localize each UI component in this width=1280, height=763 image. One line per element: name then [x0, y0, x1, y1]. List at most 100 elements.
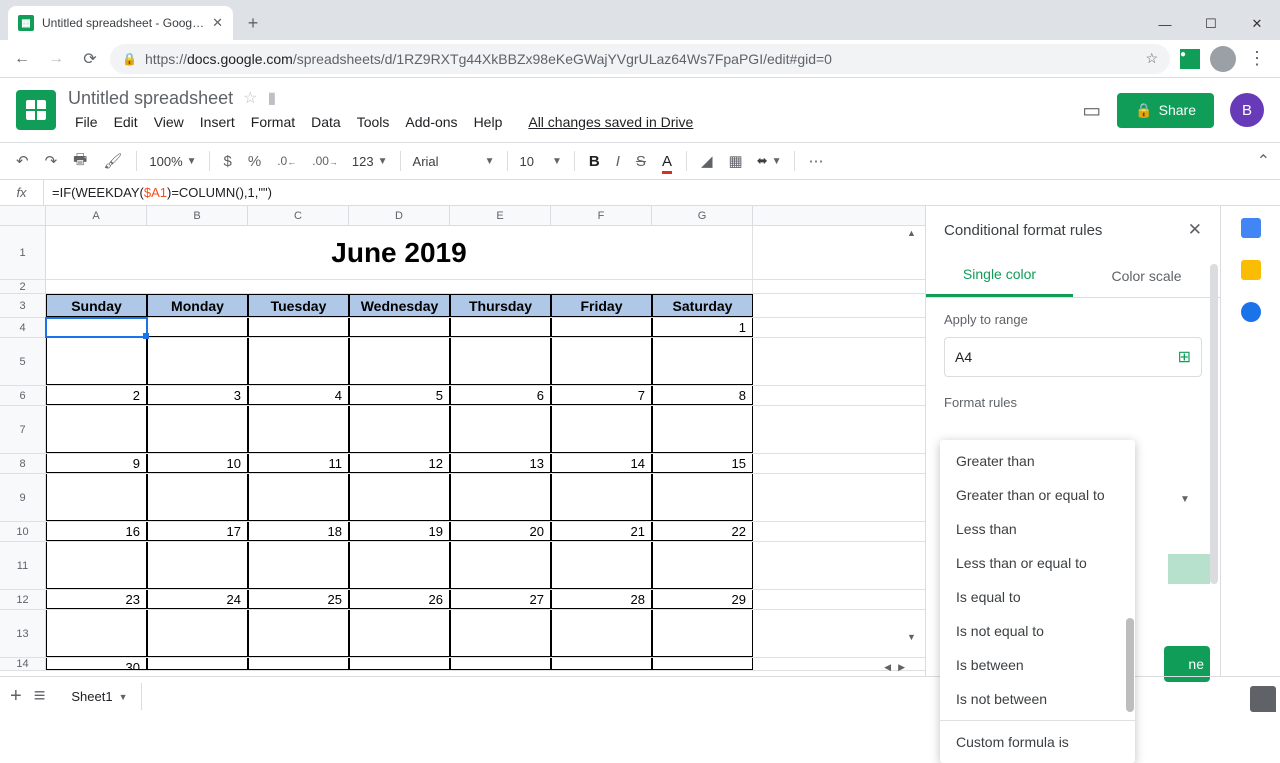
row-head[interactable]: 4 — [0, 318, 46, 337]
browser-tab[interactable]: ▦ Untitled spreadsheet - Google S ✕ — [8, 6, 233, 40]
menu-edit[interactable]: Edit — [107, 111, 145, 133]
row-head[interactable]: 3 — [0, 294, 46, 317]
add-sheet-button[interactable]: + — [10, 685, 22, 708]
fill-color-button[interactable]: ◢ — [695, 148, 719, 174]
selected-cell[interactable] — [46, 318, 147, 337]
rule-option[interactable]: Is equal to — [940, 580, 1135, 614]
calendar-cell[interactable]: 14 — [551, 454, 652, 473]
calendar-cell[interactable]: 26 — [349, 590, 450, 609]
day-header[interactable]: Thursday — [450, 294, 551, 317]
rule-dropdown-arrow-icon[interactable]: ▼ — [1180, 490, 1198, 508]
row-head[interactable]: 2 — [0, 280, 46, 293]
col-head-c[interactable]: C — [248, 206, 349, 225]
calendar-cell[interactable] — [349, 542, 450, 589]
calendar-cell[interactable]: 3 — [147, 386, 248, 405]
row-head[interactable]: 13 — [0, 610, 46, 657]
number-format-select[interactable]: 123▼ — [348, 154, 392, 169]
calendar-cell[interactable] — [46, 338, 147, 385]
row-head[interactable]: 10 — [0, 522, 46, 541]
bold-button[interactable]: B — [583, 149, 606, 174]
text-color-button[interactable]: A — [656, 149, 678, 174]
calendar-cell[interactable] — [450, 338, 551, 385]
calendar-cell[interactable] — [652, 338, 753, 385]
calendar-cell[interactable] — [551, 338, 652, 385]
row-head[interactable]: 5 — [0, 338, 46, 385]
menu-file[interactable]: File — [68, 111, 105, 133]
row-head[interactable]: 8 — [0, 454, 46, 473]
col-head-d[interactable]: D — [349, 206, 450, 225]
calendar-cell[interactable] — [147, 406, 248, 453]
menu-format[interactable]: Format — [244, 111, 302, 133]
calendar-cell[interactable]: 21 — [551, 522, 652, 541]
calendar-cell[interactable] — [147, 318, 248, 337]
row-head[interactable]: 9 — [0, 474, 46, 521]
calendar-cell[interactable] — [248, 474, 349, 521]
row-head[interactable]: 6 — [0, 386, 46, 405]
calendar-cell[interactable] — [248, 610, 349, 657]
day-header[interactable]: Saturday — [652, 294, 753, 317]
calendar-cell[interactable] — [450, 474, 551, 521]
calendar-cell[interactable] — [46, 474, 147, 521]
print-button[interactable]: 🖶 — [67, 145, 93, 178]
calendar-cell[interactable] — [652, 610, 753, 657]
calendar-cell[interactable] — [652, 474, 753, 521]
calendar-cell[interactable] — [147, 474, 248, 521]
range-grid-icon[interactable]: ⊞ — [1178, 347, 1191, 367]
bookmark-star-icon[interactable]: ☆ — [1145, 50, 1158, 67]
menu-tools[interactable]: Tools — [350, 111, 397, 133]
calendar-cell[interactable] — [551, 318, 652, 337]
rule-option[interactable]: Is not equal to — [940, 614, 1135, 648]
currency-button[interactable]: $ — [218, 149, 238, 174]
rule-option[interactable]: Less than — [940, 512, 1135, 546]
decrease-decimals-button[interactable]: .0← — [271, 150, 302, 172]
calendar-cell[interactable] — [248, 318, 349, 337]
day-header[interactable]: Monday — [147, 294, 248, 317]
tasks-addon-icon[interactable] — [1241, 302, 1261, 322]
calendar-cell[interactable] — [450, 318, 551, 337]
row-head[interactable]: 12 — [0, 590, 46, 609]
row-head[interactable]: 1 — [0, 226, 46, 279]
calendar-cell[interactable]: 1 — [652, 318, 753, 337]
calendar-cell[interactable]: 5 — [349, 386, 450, 405]
range-input[interactable]: A4 ⊞ — [944, 337, 1202, 377]
percent-button[interactable]: % — [242, 149, 267, 174]
col-head-g[interactable]: G — [652, 206, 753, 225]
font-select[interactable]: Arial▼ — [409, 154, 499, 169]
minimize-button[interactable]: — — [1142, 8, 1188, 40]
calendar-cell[interactable]: 12 — [349, 454, 450, 473]
rule-option[interactable]: Greater than — [940, 444, 1135, 478]
vertical-scrollbar[interactable]: ▲ ▼ — [907, 228, 919, 656]
rule-option[interactable]: Is not between — [940, 682, 1135, 716]
extension-icon[interactable]: ● — [1176, 45, 1204, 73]
day-header[interactable]: Tuesday — [248, 294, 349, 317]
forward-button[interactable]: → — [42, 45, 70, 73]
tab-close-icon[interactable]: ✕ — [212, 15, 223, 31]
day-header[interactable]: Friday — [551, 294, 652, 317]
calendar-cell[interactable]: 18 — [248, 522, 349, 541]
calendar-cell[interactable]: 8 — [652, 386, 753, 405]
calendar-cell[interactable] — [46, 406, 147, 453]
calendar-cell[interactable]: 16 — [46, 522, 147, 541]
move-folder-icon[interactable]: ▮ — [267, 88, 276, 108]
calendar-cell[interactable]: 7 — [551, 386, 652, 405]
all-sheets-button[interactable]: ≡ — [34, 685, 46, 708]
undo-button[interactable]: ↶ — [10, 148, 35, 174]
font-size-select[interactable]: 10▼ — [516, 154, 566, 169]
calendar-cell[interactable] — [147, 338, 248, 385]
save-status[interactable]: All changes saved in Drive — [521, 111, 700, 133]
strikethrough-button[interactable]: S — [630, 149, 652, 174]
calendar-cell[interactable]: 20 — [450, 522, 551, 541]
col-head-a[interactable]: A — [46, 206, 147, 225]
share-button[interactable]: 🔒Share — [1117, 93, 1214, 128]
calendar-cell[interactable]: 15 — [652, 454, 753, 473]
calendar-cell[interactable]: 2 — [46, 386, 147, 405]
calendar-cell[interactable]: 9 — [46, 454, 147, 473]
dropdown-scrollbar[interactable] — [1126, 618, 1134, 712]
calendar-cell[interactable]: 13 — [450, 454, 551, 473]
menu-addons[interactable]: Add-ons — [398, 111, 464, 133]
calendar-cell[interactable]: 19 — [349, 522, 450, 541]
calendar-cell[interactable] — [652, 406, 753, 453]
horizontal-scrollbar[interactable]: ◀ ▶ — [46, 662, 905, 674]
zoom-select[interactable]: 100%▼ — [145, 154, 200, 169]
menu-help[interactable]: Help — [467, 111, 510, 133]
